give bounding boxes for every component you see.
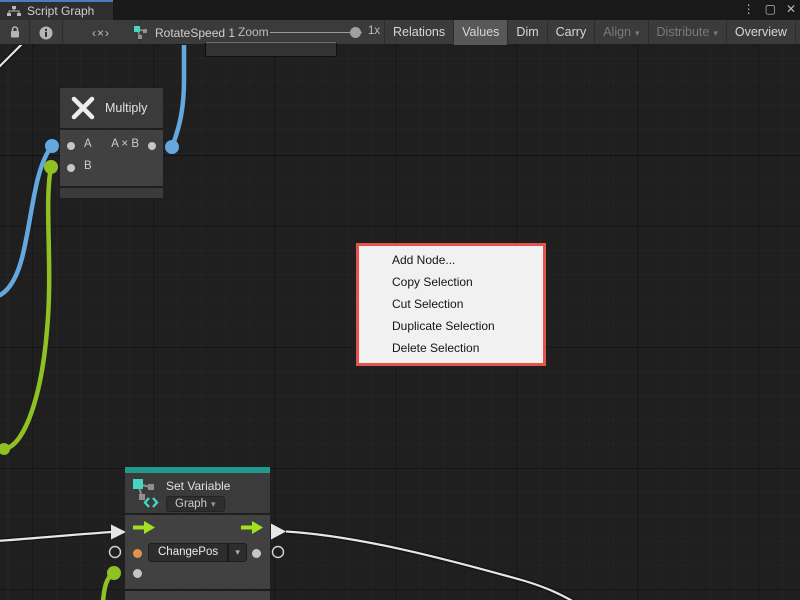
info-button[interactable] bbox=[30, 20, 63, 45]
flow-arrowhead-in bbox=[111, 525, 126, 540]
multiply-ports: A A × B B bbox=[60, 130, 163, 186]
menu-item-cut-selection[interactable]: Cut Selection bbox=[359, 293, 543, 315]
graph-canvas[interactable]: Multiply A A × B B bbox=[0, 45, 800, 600]
tab-bar: Script Graph ⋮ ▢ ✕ bbox=[0, 0, 800, 20]
wire-white-flowout-outline bbox=[286, 532, 576, 600]
value-input-row bbox=[125, 567, 270, 589]
value-input-port[interactable] bbox=[133, 569, 142, 578]
window-menu-icon[interactable]: ⋮ bbox=[743, 0, 755, 18]
chevron-down-icon: ▾ bbox=[211, 499, 216, 510]
menu-item-add-node[interactable]: Add Node... bbox=[359, 249, 543, 271]
wire-white-flowout bbox=[286, 532, 576, 600]
dim-button[interactable]: Dim bbox=[507, 20, 546, 45]
set-variable-body: ChangePos ▾ bbox=[125, 515, 270, 589]
close-icon[interactable]: ✕ bbox=[786, 0, 796, 18]
port-row-b: B bbox=[60, 157, 163, 179]
align-label: Align bbox=[603, 25, 631, 39]
relations-button[interactable]: Relations bbox=[384, 20, 453, 45]
port-label-a: A bbox=[84, 138, 92, 150]
script-graph-window: Script Graph ⋮ ▢ ✕ ‹×› bbox=[0, 0, 800, 600]
code-preview-button[interactable]: ‹×› bbox=[63, 20, 140, 45]
toolbar-buttons: Relations Values Dim Carry Align ▾ Distri… bbox=[384, 20, 800, 45]
unconnected-port-right[interactable] bbox=[273, 547, 284, 558]
menu-item-delete-selection[interactable]: Delete Selection bbox=[359, 337, 543, 359]
port-label-b: B bbox=[84, 160, 92, 172]
zoom-label: Zoom bbox=[238, 25, 269, 39]
overview-button[interactable]: Overview bbox=[726, 20, 795, 45]
values-button[interactable]: Values bbox=[453, 20, 507, 45]
chevron-down-icon: ▾ bbox=[635, 28, 640, 38]
zoom-slider-track[interactable] bbox=[270, 32, 362, 33]
chevron-down-icon: ▾ bbox=[713, 28, 718, 38]
zoom-slider-handle[interactable] bbox=[350, 27, 361, 38]
wire-endpoint-green-bottom[interactable] bbox=[107, 566, 121, 580]
maximize-icon[interactable]: ▢ bbox=[765, 0, 776, 18]
variable-row: ChangePos ▾ bbox=[125, 541, 270, 567]
variable-name-port[interactable] bbox=[133, 549, 142, 558]
zoom-value: 1x bbox=[368, 25, 380, 37]
multiply-node[interactable]: Multiply A A × B B bbox=[60, 88, 163, 198]
wire-endpoint-blue-a[interactable] bbox=[45, 139, 59, 153]
lock-button[interactable] bbox=[0, 20, 30, 45]
multiply-header[interactable]: Multiply bbox=[60, 88, 163, 128]
tab-title: Script Graph bbox=[27, 4, 94, 18]
empty-inline-field[interactable] bbox=[205, 42, 337, 57]
port-row-a: A A × B bbox=[60, 135, 163, 157]
wire-endpoint-green-b[interactable] bbox=[44, 160, 58, 174]
wire-blue-output bbox=[172, 45, 184, 147]
node-title: Multiply bbox=[105, 101, 147, 115]
variable-kind-dropdown[interactable]: Graph ▾ bbox=[166, 496, 225, 512]
distribute-dropdown[interactable]: Distribute▾ bbox=[648, 20, 726, 45]
align-dropdown[interactable]: Align ▾ bbox=[594, 20, 647, 45]
port-label-result: A × B bbox=[111, 138, 139, 150]
variable-select[interactable]: ChangePos ▾ bbox=[148, 543, 247, 562]
caret-glyph: ▾ bbox=[235, 547, 240, 558]
flow-row bbox=[125, 515, 270, 541]
value-output-port[interactable] bbox=[252, 549, 261, 558]
multiply-footer bbox=[60, 188, 163, 198]
flow-input-arrow[interactable] bbox=[133, 521, 155, 534]
graph-icon bbox=[7, 6, 21, 17]
carry-button[interactable]: Carry bbox=[547, 20, 595, 45]
variable-kind-label: Graph bbox=[175, 498, 207, 510]
distribute-label: Distribute bbox=[657, 25, 710, 39]
flow-output-arrow[interactable] bbox=[241, 521, 263, 534]
set-variable-node[interactable]: Set Variable Graph ▾ bbox=[125, 467, 270, 600]
wire-green-input bbox=[5, 167, 51, 449]
graph-toolbar: ‹×› RotateSpeed 1 Zoom 1x Relations Valu… bbox=[0, 20, 800, 45]
chevron-down-icon[interactable]: ▾ bbox=[228, 543, 247, 562]
output-port-result[interactable] bbox=[148, 142, 156, 150]
set-variable-header[interactable]: Set Variable Graph ▾ bbox=[125, 473, 270, 513]
menu-item-duplicate-selection[interactable]: Duplicate Selection bbox=[359, 315, 543, 337]
script-graph-node-icon bbox=[133, 25, 149, 40]
variable-select-value: ChangePos bbox=[148, 543, 228, 562]
input-port-b[interactable] bbox=[67, 164, 75, 172]
wire-white-topleft-outline bbox=[0, 45, 29, 69]
set-variable-icon bbox=[132, 478, 159, 508]
wire-white-flowin bbox=[0, 532, 112, 541]
full-screen-button[interactable]: Full Screen bbox=[795, 20, 800, 45]
set-variable-footer bbox=[125, 591, 270, 600]
lock-icon bbox=[9, 26, 21, 39]
flow-arrowhead-out bbox=[271, 524, 286, 540]
graph-breadcrumb-label: RotateSpeed 1 bbox=[155, 26, 235, 40]
multiply-icon bbox=[70, 95, 96, 121]
info-icon bbox=[39, 26, 53, 40]
context-menu: Add Node... Copy Selection Cut Selection… bbox=[356, 243, 546, 366]
wire-endpoint-blue-result[interactable] bbox=[165, 140, 179, 154]
node-title: Set Variable bbox=[166, 479, 230, 493]
menu-item-copy-selection[interactable]: Copy Selection bbox=[359, 271, 543, 293]
unconnected-port-left[interactable] bbox=[110, 547, 121, 558]
window-controls: ⋮ ▢ ✕ bbox=[743, 0, 796, 18]
code-icon: ‹×› bbox=[92, 26, 110, 40]
tab-script-graph[interactable]: Script Graph bbox=[0, 0, 113, 20]
wire-endpoint-green-left[interactable] bbox=[0, 443, 10, 455]
input-port-a[interactable] bbox=[67, 142, 75, 150]
